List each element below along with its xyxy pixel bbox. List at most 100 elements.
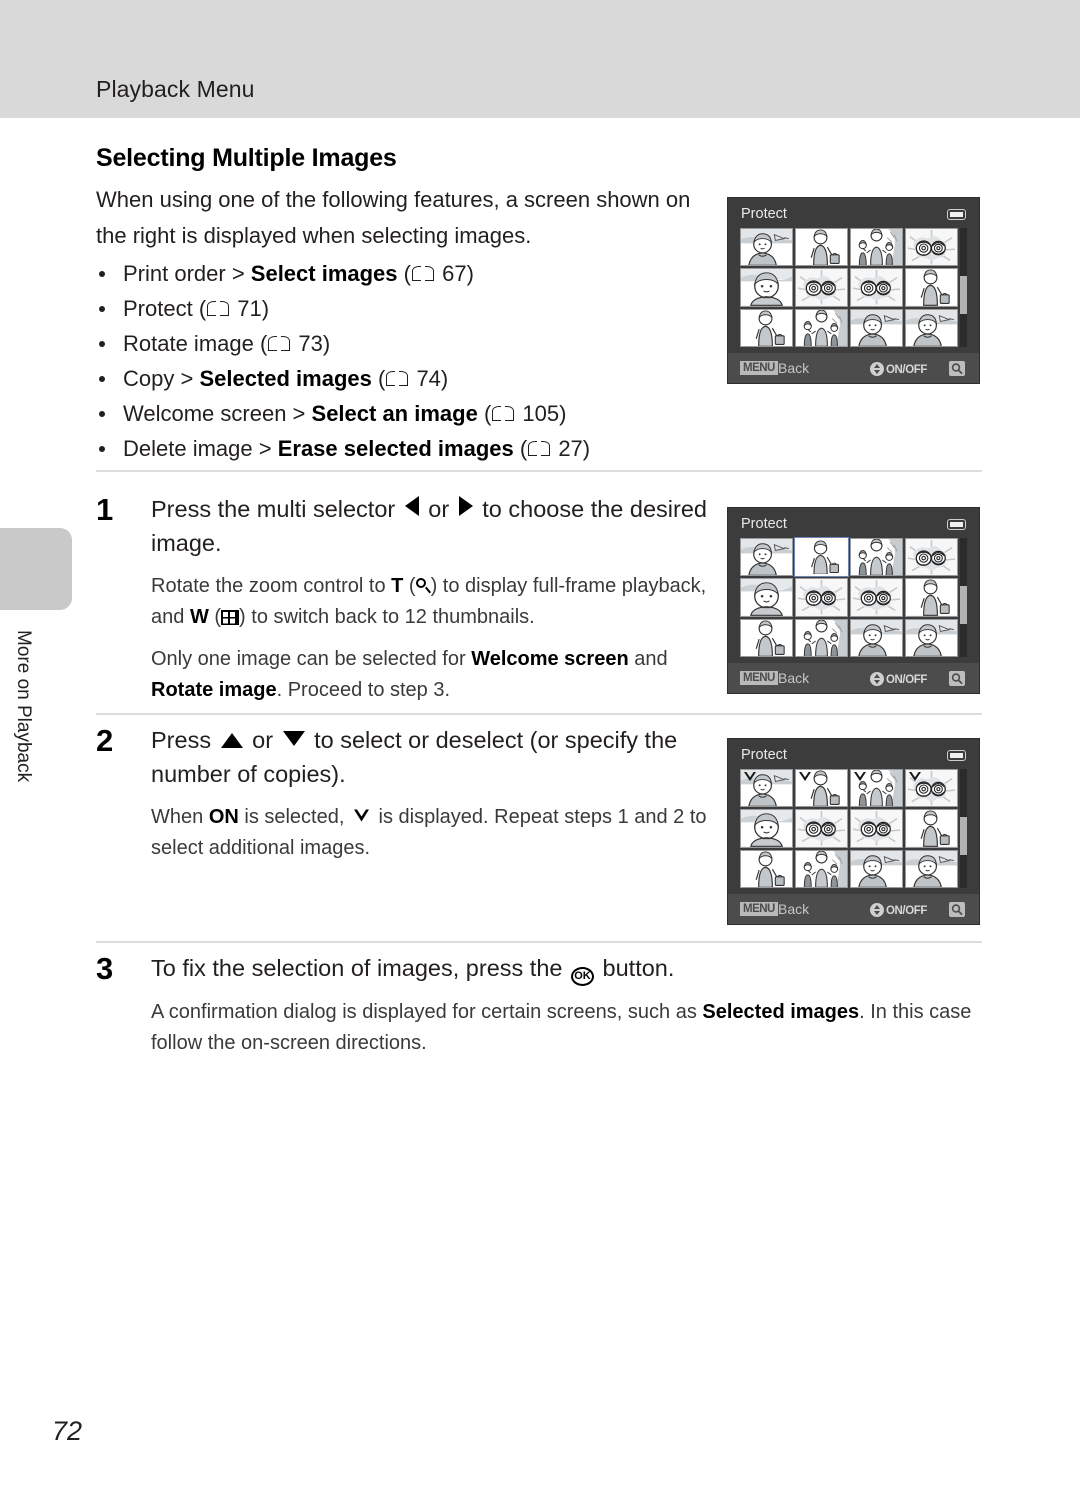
thumbnail-cell[interactable] [905,578,958,617]
step-3-number: 3 [96,951,114,986]
bullet-text: Welcome screen > [123,401,312,426]
feature-bullet-item: Protect ( 71) [96,291,704,326]
thumbnail-cell[interactable] [740,618,793,657]
bullet-dot [99,446,105,452]
thumbnail-scrollbar-thumb[interactable] [960,276,967,314]
zoom-wide-label: W [189,606,209,628]
thumbnail-cell[interactable] [740,228,793,267]
back-label[interactable]: Back [778,670,809,686]
bullet-dot [99,306,105,312]
thumbnail-cell[interactable] [905,268,958,307]
thumbnail-cell[interactable] [740,849,793,888]
page-number: 72 [52,1416,83,1446]
thumbnail-cell[interactable] [740,769,793,808]
thumbnail-cell[interactable] [740,809,793,848]
menu-button-label[interactable]: MENU [740,361,778,375]
manual-reference-book-icon [386,371,409,388]
divider-above-step-3 [96,941,982,943]
thumbnail-cell[interactable] [905,769,958,808]
thumbnail-scrollbar-thumb[interactable] [960,586,967,624]
zoom-magnifier-icon[interactable] [949,902,965,917]
bullet-text: Delete image > [123,436,278,461]
arrow-up-icon [220,733,243,748]
menu-button-label[interactable]: MENU [740,902,778,916]
protect-check-icon [352,808,371,825]
camera-screen-footer: MENU Back ON/OFF [728,894,979,924]
thumbnail-cell[interactable] [850,228,903,267]
zoom-magnifier-icon[interactable] [949,361,965,376]
thumbnail-cell[interactable] [905,809,958,848]
thumbnail-cell[interactable] [795,538,848,577]
step-3: 3 To fix the selection of images, press … [96,951,986,1059]
zoom-magnifier-icon[interactable] [949,671,965,686]
thumbnail-cell[interactable] [850,268,903,307]
thumbnail-cell[interactable] [740,308,793,347]
camera-screen-title: Protect [741,747,787,763]
thumbnail-cell[interactable] [905,618,958,657]
thumbnail-protect-check-icon [798,771,812,783]
thumbnail-grid[interactable] [740,769,958,888]
manual-reference-book-icon [268,336,291,353]
bullet-dot [99,271,105,277]
thumbnail-cell[interactable] [795,849,848,888]
step-2-title: Press or to select or deselect (or speci… [151,727,678,787]
thumbnail-cell[interactable] [850,308,903,347]
thumbnail-cell[interactable] [795,268,848,307]
arrow-right-icon [458,496,473,516]
thumbnail-cell[interactable] [740,538,793,577]
thumbnail-cell[interactable] [795,228,848,267]
manual-reference-book-icon [528,441,551,458]
thumbnail-cell[interactable] [850,809,903,848]
arrow-down-icon [282,731,305,746]
thumbnail-cell[interactable] [740,578,793,617]
step-1-title: Press the multi selector or to choose th… [151,496,707,556]
thumbnail-cell[interactable] [795,809,848,848]
thumbnail-grid[interactable] [740,228,958,347]
menu-button-label[interactable]: MENU [740,671,778,685]
thumbnail-cell[interactable] [850,769,903,808]
thumbnail-cell[interactable] [905,849,958,888]
bullet-bold-term: Select images [250,261,398,286]
section-heading: Selecting Multiple Images [96,144,397,172]
thumbnail-cell[interactable] [795,618,848,657]
bullet-text: Protect [123,296,199,321]
step-1-number: 1 [96,492,114,527]
up-down-selector-icon [869,672,884,686]
thumbnail-cell[interactable] [795,308,848,347]
thumbnail-grid[interactable] [740,538,958,657]
bullet-dot [99,376,105,382]
thumbnail-protect-check-icon [908,771,922,783]
thumbnail-cell[interactable] [850,538,903,577]
thumbnail-scrollbar[interactable] [960,228,967,347]
feature-bullet-item: Copy > Selected images ( 74) [96,361,704,396]
thumbnail-cell[interactable] [795,769,848,808]
thumbnail-cell[interactable] [905,538,958,577]
on-off-hint: ON/OFF [869,672,927,686]
intro-and-bullets: When using one of the following features… [96,182,704,466]
thumbnail-cell[interactable] [795,578,848,617]
thumbnail-scrollbar[interactable] [960,769,967,888]
step-2-note-1: When ON is selected, is displayed. Repea… [151,806,707,859]
bullet-page-ref: 105 [516,401,560,426]
camera-screen-protect-1: Protect MENU Back ON/OFF [727,197,980,384]
magnifier-icon [415,578,431,595]
bullet-text: Print order > [123,261,251,286]
thumbnail-cell[interactable] [740,268,793,307]
thumbnail-cell[interactable] [850,578,903,617]
back-label[interactable]: Back [778,901,809,917]
thumbnail-protect-check-icon [743,771,757,783]
thumbnail-cell[interactable] [905,308,958,347]
thumbnail-scrollbar-thumb[interactable] [960,817,967,855]
thumbnail-scrollbar[interactable] [960,538,967,657]
thumbnail-cell[interactable] [850,849,903,888]
thumbnail-cell[interactable] [905,228,958,267]
step-3-note-1: A confirmation dialog is displayed for c… [151,1001,972,1054]
manual-reference-book-icon [207,301,230,318]
thumbnail-cell[interactable] [850,618,903,657]
back-label[interactable]: Back [778,360,809,376]
bullet-dot [99,341,105,347]
feature-bullet-item: Rotate image ( 73) [96,326,704,361]
bullet-page-ref: 73 [292,331,323,356]
step-2-number: 2 [96,723,114,758]
bullet-text: Rotate image [123,331,260,356]
